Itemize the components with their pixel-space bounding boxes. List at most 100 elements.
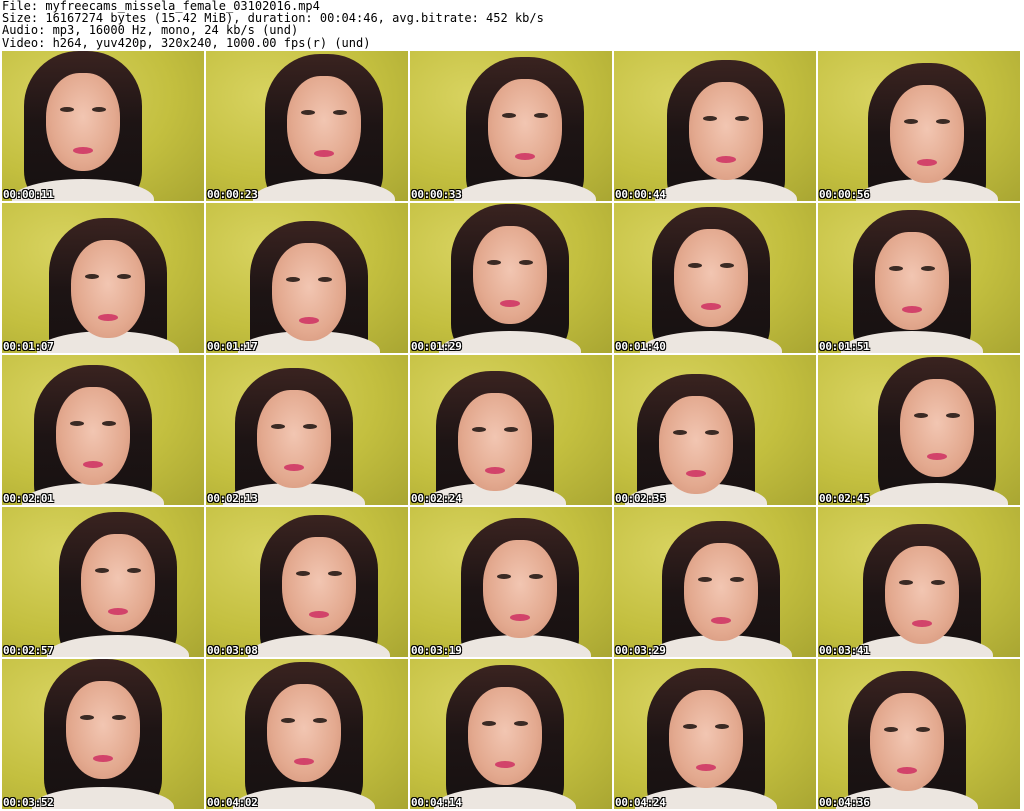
thumbnail-eye — [914, 413, 928, 418]
thumbnail-eye — [720, 263, 734, 268]
video-thumbnail: 00:02:24 — [410, 355, 612, 505]
thumbnail-face — [674, 229, 748, 327]
thumbnail-timestamp: 00:03:41 — [819, 644, 870, 657]
thumbnail-eye — [730, 577, 744, 582]
thumbnail-eye — [703, 116, 717, 121]
thumbnail-face — [684, 543, 758, 641]
thumbnail-lips — [902, 306, 922, 313]
video-thumbnail: 00:03:29 — [614, 507, 816, 657]
thumbnail-eye — [502, 113, 516, 118]
thumbnail-eye — [904, 119, 918, 124]
video-thumbnail: 00:04:02 — [206, 659, 408, 809]
thumbnail-eye — [296, 571, 310, 576]
thumbnail-eye — [936, 119, 950, 124]
thumbnail-lips — [299, 317, 319, 324]
thumbnail-lips — [309, 611, 329, 618]
video-thumbnail: 00:02:45 — [818, 355, 1020, 505]
thumbnail-timestamp: 00:04:24 — [615, 796, 666, 809]
thumbnail-face — [885, 546, 959, 644]
thumbnail-face — [287, 76, 361, 174]
thumbnail-eye — [519, 260, 533, 265]
video-thumbnail: 00:01:17 — [206, 203, 408, 353]
thumbnail-face — [659, 396, 733, 494]
thumbnail-timestamp: 00:02:01 — [3, 492, 54, 505]
thumbnail-face — [890, 85, 964, 183]
video-thumbnail: 00:01:07 — [2, 203, 204, 353]
thumbnail-timestamp: 00:03:29 — [615, 644, 666, 657]
thumbnail-lips — [701, 303, 721, 310]
thumbnail-timestamp: 00:02:24 — [411, 492, 462, 505]
video-thumbnail: 00:00:11 — [2, 51, 204, 201]
thumbnail-lips — [912, 620, 932, 627]
thumbnail-timestamp: 00:04:14 — [411, 796, 462, 809]
thumbnail-lips — [485, 467, 505, 474]
thumbnail-lips — [294, 758, 314, 765]
thumbnail-eye — [683, 724, 697, 729]
thumbnail-lips — [917, 159, 937, 166]
video-thumbnail: 00:00:23 — [206, 51, 408, 201]
video-thumbnail: 00:02:35 — [614, 355, 816, 505]
thumbnail-eye — [92, 107, 106, 112]
thumbnail-timestamp: 00:01:51 — [819, 340, 870, 353]
thumbnail-face — [56, 387, 130, 485]
video-thumbnail: 00:03:19 — [410, 507, 612, 657]
thumbnail-eye — [504, 427, 518, 432]
thumbnail-eye — [286, 277, 300, 282]
audio-info-line: Audio: mp3, 16000 Hz, mono, 24 kb/s (und… — [2, 23, 299, 38]
thumbnail-eye — [472, 427, 486, 432]
thumbnail-timestamp: 00:01:29 — [411, 340, 462, 353]
video-thumbnail: 00:02:13 — [206, 355, 408, 505]
thumbnail-timestamp: 00:00:23 — [207, 188, 258, 201]
thumbnail-eye — [946, 413, 960, 418]
thumbnail-eye — [482, 721, 496, 726]
file-info-header: File: myfreecams_missela_female_03102016… — [2, 0, 1022, 50]
thumbnail-eye — [715, 724, 729, 729]
thumbnail-eye — [534, 113, 548, 118]
video-thumbnail: 00:03:52 — [2, 659, 204, 809]
thumbnail-lips — [495, 761, 515, 768]
video-thumbnail: 00:03:41 — [818, 507, 1020, 657]
thumbnail-lips — [314, 150, 334, 157]
thumbnail-eye — [271, 424, 285, 429]
thumbnail-face — [689, 82, 763, 180]
thumbnail-eye — [313, 718, 327, 723]
video-thumbnail: 00:00:33 — [410, 51, 612, 201]
thumbnail-face — [669, 690, 743, 788]
thumbnail-eye — [60, 107, 74, 112]
thumbnail-timestamp: 00:01:17 — [207, 340, 258, 353]
thumbnail-eye — [301, 110, 315, 115]
thumbnail-eye — [889, 266, 903, 271]
video-thumbnail: 00:04:14 — [410, 659, 612, 809]
thumbnail-face — [71, 240, 145, 338]
thumbnail-timestamp: 00:04:36 — [819, 796, 870, 809]
thumbnail-eye — [85, 274, 99, 279]
thumbnail-face — [257, 390, 331, 488]
thumbnail-face — [272, 243, 346, 341]
thumbnail-eye — [514, 721, 528, 726]
video-thumbnail: 00:02:57 — [2, 507, 204, 657]
thumbnail-eye — [916, 727, 930, 732]
thumbnail-face — [875, 232, 949, 330]
thumbnail-eye — [497, 574, 511, 579]
thumbnail-lips — [711, 617, 731, 624]
video-thumbnail: 00:04:24 — [614, 659, 816, 809]
thumbnail-timestamp: 00:02:13 — [207, 492, 258, 505]
thumbnail-lips — [284, 464, 304, 471]
thumbnail-eye — [318, 277, 332, 282]
thumbnail-timestamp: 00:00:56 — [819, 188, 870, 201]
video-thumbnail: 00:01:51 — [818, 203, 1020, 353]
thumbnail-face — [488, 79, 562, 177]
thumbnail-eye — [487, 260, 501, 265]
thumbnail-eye — [921, 266, 935, 271]
thumbnail-lips — [696, 764, 716, 771]
thumbnail-timestamp: 00:01:40 — [615, 340, 666, 353]
thumbnail-timestamp: 00:02:45 — [819, 492, 870, 505]
thumbnail-face — [468, 687, 542, 785]
thumbnail-eye — [735, 116, 749, 121]
thumbnail-timestamp: 00:00:11 — [3, 188, 54, 201]
video-thumbnail: 00:00:56 — [818, 51, 1020, 201]
video-thumbnail: 00:04:36 — [818, 659, 1020, 809]
thumbnail-eye — [673, 430, 687, 435]
thumbnail-timestamp: 00:00:44 — [615, 188, 666, 201]
thumbnail-face — [267, 684, 341, 782]
